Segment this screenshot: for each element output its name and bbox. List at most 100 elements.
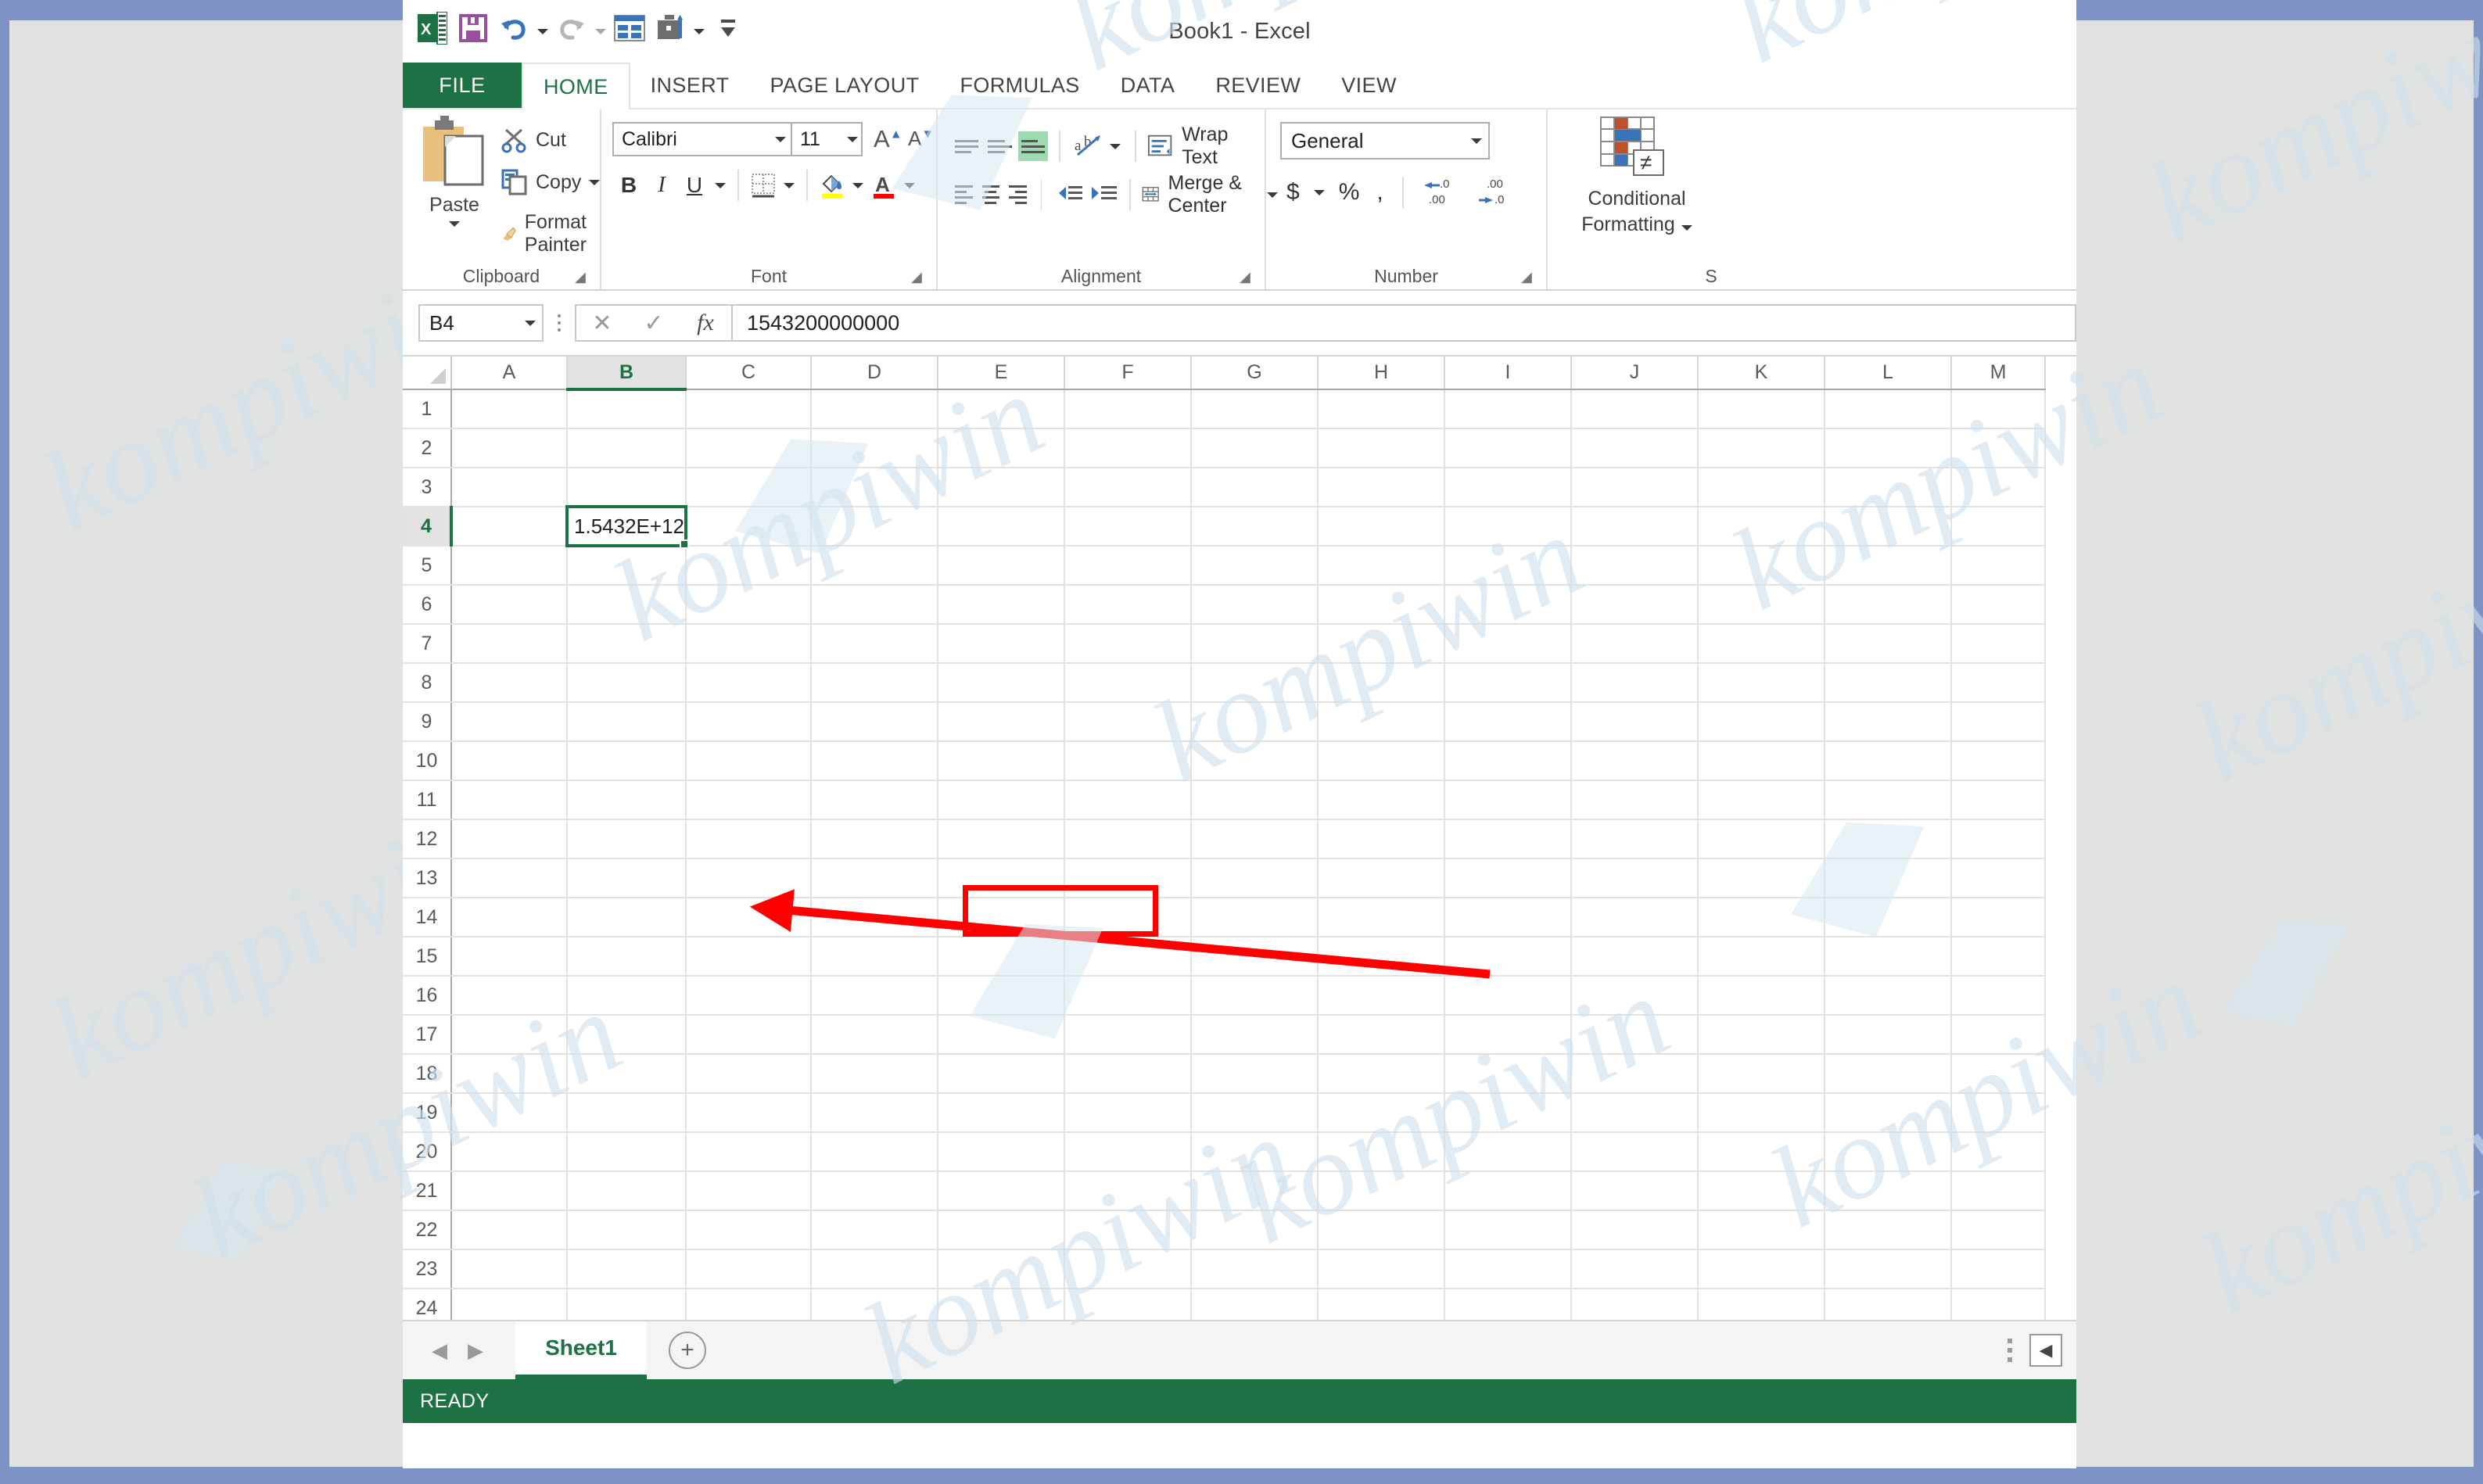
cell[interactable] [686, 858, 812, 898]
cell[interactable] [1064, 663, 1192, 703]
cell[interactable] [567, 428, 687, 468]
cell[interactable] [1698, 1289, 1825, 1320]
cell[interactable] [1318, 702, 1445, 742]
cell[interactable] [1951, 976, 2046, 1016]
cell[interactable] [451, 1289, 568, 1320]
tab-file[interactable]: FILE [403, 63, 522, 108]
cell[interactable] [1698, 1132, 1825, 1172]
cell[interactable] [1444, 1171, 1572, 1211]
cell[interactable] [1825, 585, 1952, 625]
column-header-k[interactable]: K [1698, 357, 1825, 390]
column-header-c[interactable]: C [686, 357, 812, 390]
cell[interactable] [1571, 1289, 1699, 1320]
cell[interactable] [1571, 1093, 1699, 1133]
cell[interactable] [686, 898, 812, 937]
cell[interactable] [1444, 898, 1572, 937]
ribbon-display-icon[interactable] [708, 5, 748, 52]
column-header-g[interactable]: G [1191, 357, 1319, 390]
cell[interactable] [938, 663, 1065, 703]
cell[interactable] [811, 468, 938, 507]
increase-decimal-button[interactable]: .0 .00 [1416, 174, 1465, 211]
cell[interactable] [1318, 780, 1445, 820]
cell[interactable] [1444, 428, 1572, 468]
cell[interactable] [1064, 1054, 1192, 1094]
cell[interactable] [1698, 507, 1825, 547]
cell[interactable] [567, 1132, 687, 1172]
merge-center-button[interactable]: Merge & Center [1142, 172, 1279, 217]
cf-dropdown-icon[interactable] [1681, 224, 1692, 231]
cell[interactable] [1064, 624, 1192, 664]
next-sheet-button[interactable]: ▶ [457, 1332, 493, 1368]
cell[interactable] [938, 1249, 1065, 1289]
cell[interactable] [1191, 1093, 1319, 1133]
cell[interactable] [1064, 702, 1192, 742]
cell[interactable] [1191, 780, 1319, 820]
comma-style-button[interactable]: , [1370, 174, 1389, 211]
cell[interactable] [686, 663, 812, 703]
tab-formulas[interactable]: FORMULAS [939, 63, 1100, 108]
cell[interactable] [938, 1015, 1065, 1055]
cancel-formula-button[interactable]: ✕ [576, 306, 628, 340]
cell[interactable] [451, 1093, 568, 1133]
customize-icon[interactable] [650, 5, 691, 52]
number-format-select[interactable]: General [1280, 122, 1490, 160]
cell[interactable] [1318, 1249, 1445, 1289]
save-icon[interactable] [453, 5, 493, 52]
conditional-formatting-button[interactable]: ≠ Conditional Formatting [1559, 116, 1715, 237]
orientation-icon[interactable]: a b [1071, 131, 1103, 161]
cell[interactable] [567, 702, 687, 742]
cell[interactable] [1825, 976, 1952, 1016]
cell[interactable] [567, 976, 687, 1016]
row-header-21[interactable]: 21 [403, 1171, 452, 1211]
row-header-1[interactable]: 1 [403, 389, 452, 429]
cell[interactable] [1571, 585, 1699, 625]
column-header-j[interactable]: J [1571, 357, 1699, 390]
cell[interactable] [1571, 898, 1699, 937]
cell[interactable] [1444, 1132, 1572, 1172]
row-header-5[interactable]: 5 [403, 546, 452, 586]
cell[interactable] [567, 546, 687, 586]
cell[interactable] [567, 780, 687, 820]
cell[interactable] [1444, 1249, 1572, 1289]
cell[interactable] [451, 1054, 568, 1094]
active-cell[interactable]: 1.5432E+12 [565, 505, 689, 549]
cell[interactable] [1951, 780, 2046, 820]
cell[interactable] [1064, 1093, 1192, 1133]
cell[interactable] [686, 1054, 812, 1094]
cell[interactable] [1951, 702, 2046, 742]
cell[interactable] [1571, 389, 1699, 429]
formula-bar-grip[interactable] [544, 314, 575, 332]
cell[interactable] [567, 1289, 687, 1320]
cell[interactable] [451, 1015, 568, 1055]
cell[interactable] [1318, 1171, 1445, 1211]
row-header-16[interactable]: 16 [403, 976, 452, 1016]
cell[interactable] [1951, 1210, 2046, 1250]
cell[interactable] [1825, 1210, 1952, 1250]
cell[interactable] [686, 389, 812, 429]
add-sheet-button[interactable]: + [669, 1332, 706, 1369]
cell[interactable] [1318, 546, 1445, 586]
cell[interactable] [938, 1289, 1065, 1320]
cell[interactable] [686, 702, 812, 742]
cell[interactable] [686, 428, 812, 468]
cell[interactable] [451, 741, 568, 781]
cell[interactable] [1951, 389, 2046, 429]
cell[interactable] [938, 468, 1065, 507]
cell[interactable] [1698, 1093, 1825, 1133]
cell[interactable] [1571, 976, 1699, 1016]
cell[interactable] [1191, 898, 1319, 937]
cell[interactable] [811, 1015, 938, 1055]
percent-style-button[interactable]: % [1333, 174, 1366, 211]
cell[interactable] [1064, 1289, 1192, 1320]
row-header-23[interactable]: 23 [403, 1249, 452, 1289]
cell[interactable] [1825, 898, 1952, 937]
select-all-button[interactable] [403, 357, 452, 390]
cell[interactable] [938, 741, 1065, 781]
cell[interactable] [811, 780, 938, 820]
cell[interactable] [1951, 819, 2046, 859]
cell[interactable] [1698, 585, 1825, 625]
cell[interactable] [1698, 858, 1825, 898]
row-header-13[interactable]: 13 [403, 858, 452, 898]
number-format-dropdown-icon[interactable] [1471, 138, 1482, 144]
cell[interactable] [1318, 937, 1445, 977]
